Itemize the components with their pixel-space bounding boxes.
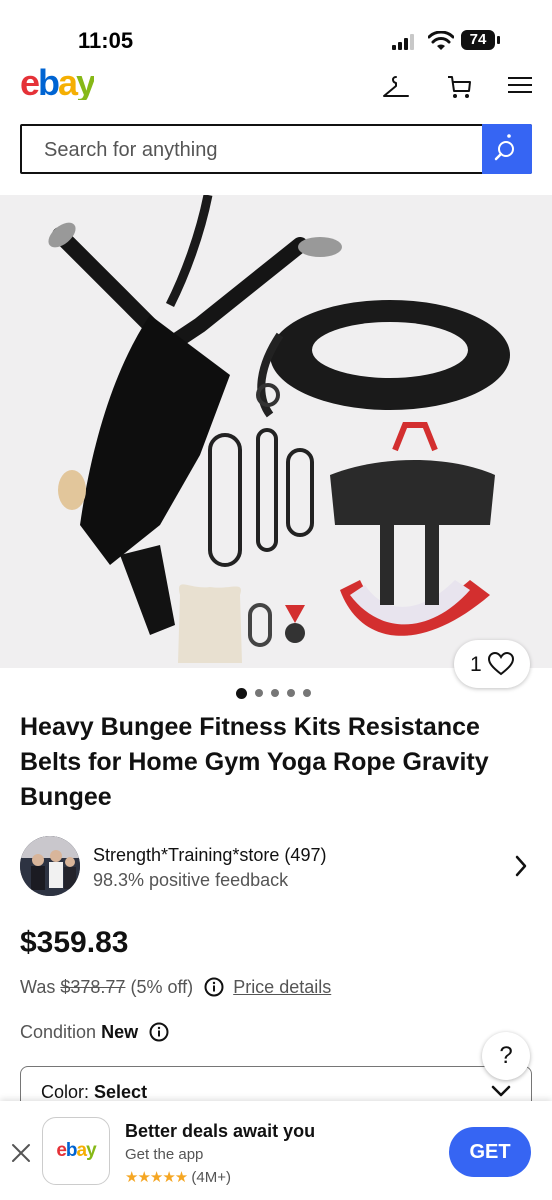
color-value: Select bbox=[94, 1082, 148, 1102]
condition-info-icon[interactable] bbox=[149, 1022, 169, 1042]
app-rating: ★★★★★ (4M+) bbox=[125, 1168, 231, 1186]
was-price-row: Was $378.77 (5% off) Price details bbox=[20, 977, 331, 998]
product-title: Heavy Bungee Fitness Kits Resistance Bel… bbox=[20, 713, 489, 811]
banner-subtitle: Get the app bbox=[125, 1146, 204, 1163]
product-image bbox=[48, 195, 510, 663]
cellular-signal-icon bbox=[392, 34, 414, 50]
status-time: 11:05 bbox=[78, 28, 134, 53]
current-price: $359.83 bbox=[20, 926, 129, 959]
battery-cap bbox=[497, 36, 500, 44]
close-icon[interactable] bbox=[10, 1142, 32, 1164]
get-app-button[interactable]: GET bbox=[449, 1127, 531, 1177]
hanger-icon[interactable] bbox=[382, 74, 410, 100]
discount-percent: (5% off) bbox=[130, 977, 194, 997]
gallery-dot[interactable] bbox=[255, 689, 263, 697]
condition-value: New bbox=[101, 1022, 139, 1042]
gallery-dot[interactable] bbox=[271, 689, 279, 697]
chevron-right-icon bbox=[515, 855, 527, 877]
gallery-dot[interactable] bbox=[287, 689, 295, 697]
search-button[interactable] bbox=[482, 124, 532, 174]
ebay-logo[interactable]: ebay bbox=[20, 62, 94, 100]
app-icon-letter-a: a bbox=[76, 1140, 88, 1161]
price-details-link[interactable]: Price details bbox=[233, 977, 331, 997]
gallery-dot[interactable] bbox=[303, 689, 311, 697]
seller-feedback: 98.3% positive feedback bbox=[93, 870, 289, 890]
watch-button[interactable]: 1 bbox=[454, 640, 530, 688]
app-icon-letter-y: y bbox=[86, 1140, 97, 1161]
rating-count: (4M+) bbox=[191, 1169, 232, 1186]
search-input[interactable] bbox=[42, 126, 486, 174]
was-label: Was bbox=[20, 977, 56, 997]
app-icon-letter-e: e bbox=[56, 1140, 67, 1161]
product-image-gallery[interactable] bbox=[0, 195, 552, 668]
seller-avatar bbox=[20, 836, 80, 896]
watch-count: 1 bbox=[470, 653, 482, 676]
color-select-label: Color: Select bbox=[41, 1082, 147, 1103]
seller-info-row[interactable]: Strength*Training*store (497) 98.3% posi… bbox=[20, 836, 532, 896]
logo-letter-e: e bbox=[20, 62, 40, 100]
ebay-app-icon: ebay bbox=[42, 1117, 110, 1185]
menu-icon[interactable] bbox=[508, 76, 532, 94]
search-bar bbox=[20, 124, 532, 174]
gallery-dot[interactable] bbox=[236, 687, 247, 699]
condition-label: Condition bbox=[20, 1022, 97, 1042]
color-label: Color: bbox=[41, 1082, 90, 1102]
logo-letter-a: a bbox=[58, 62, 78, 100]
logo-letter-b: b bbox=[38, 62, 60, 100]
seller-name[interactable]: Strength*Training*store (497) bbox=[93, 845, 326, 866]
was-price: $378.77 bbox=[60, 977, 126, 997]
status-bar: 11:05 74 bbox=[0, 0, 552, 70]
rating-stars: ★★★★★ bbox=[125, 1169, 188, 1186]
banner-title: Better deals await you bbox=[125, 1121, 316, 1141]
heart-icon bbox=[488, 652, 514, 676]
logo-letter-y: y bbox=[76, 62, 95, 100]
battery-indicator: 74 bbox=[461, 30, 495, 50]
app-install-banner: ebay Better deals await you Get the app … bbox=[0, 1101, 552, 1200]
help-button[interactable]: ? bbox=[482, 1032, 530, 1080]
condition-row: Condition New bbox=[20, 1022, 173, 1043]
wifi-icon bbox=[428, 31, 454, 50]
gallery-pagination-dots bbox=[236, 687, 311, 699]
info-icon[interactable] bbox=[204, 977, 224, 997]
app-icon-letter-b: b bbox=[65, 1140, 78, 1161]
cart-icon[interactable] bbox=[447, 74, 473, 100]
chevron-down-icon bbox=[491, 1085, 511, 1097]
search-icon bbox=[494, 134, 514, 161]
